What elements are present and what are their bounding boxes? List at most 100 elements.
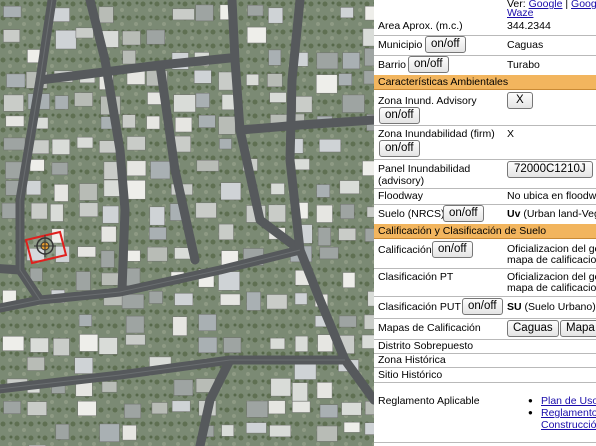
house-roof <box>30 202 48 220</box>
house-roof <box>151 402 168 415</box>
google-link-2[interactable]: Googl <box>571 0 596 10</box>
municipio-toggle-button[interactable]: on/off <box>425 36 466 53</box>
house-roof <box>26 180 42 196</box>
house-roof <box>3 137 26 151</box>
area-row: Area Aprox. (m.c.) 344.2344 <box>374 17 596 36</box>
calificacion-row: Calificación on/off Oficializacion del g… <box>374 240 596 269</box>
house-roof <box>122 50 136 65</box>
house-roof <box>50 203 64 222</box>
house-roof <box>54 95 69 110</box>
house-roof <box>79 334 99 352</box>
house-roof <box>53 338 70 356</box>
panel-inund-value-button[interactable]: 72000C1210J <box>507 161 593 178</box>
zona-inund-advisory-label: Zona Inund. Advisory <box>378 95 477 107</box>
google-maps-link[interactable]: Google <box>529 0 563 10</box>
house-roof <box>246 74 259 86</box>
house-roof <box>174 293 194 306</box>
calificacion-toggle-button[interactable]: on/off <box>432 241 473 258</box>
house-roof <box>51 162 69 176</box>
house-roof <box>29 159 45 172</box>
house-roof <box>126 160 147 177</box>
house-roof <box>173 94 196 113</box>
house-roof <box>246 400 269 418</box>
mapa-button[interactable]: Mapa <box>560 320 596 337</box>
house-roof <box>193 70 212 84</box>
zona-inund-advisory-toggle-button[interactable]: on/off <box>379 107 420 124</box>
reglamento-link-cont[interactable]: Construcció <box>541 419 596 431</box>
house-roof <box>30 337 49 353</box>
house-roof <box>338 315 357 328</box>
floodway-value: No ubica en floodw <box>507 190 596 202</box>
house-roof <box>29 267 43 282</box>
house-roof <box>3 5 22 18</box>
house-roof <box>268 7 284 24</box>
house-roof <box>364 228 374 242</box>
barrio-value: Turabo <box>507 59 540 71</box>
section-header-calificacion: Calificación y Clasificación de Suelo <box>374 224 596 239</box>
house-roof <box>5 115 25 127</box>
house-roof <box>364 422 374 435</box>
house-roof <box>98 337 118 355</box>
house-roof <box>267 73 283 88</box>
reglamento-link[interactable]: Reglamento <box>541 407 596 419</box>
house-roof <box>341 402 362 416</box>
zona-inund-advisory-value-button[interactable]: X <box>507 92 533 109</box>
house-roof <box>292 401 311 413</box>
house-roof <box>292 382 308 402</box>
zona-inund-firm-toggle-button[interactable]: on/off <box>379 140 420 157</box>
satellite-imagery[interactable] <box>0 0 374 446</box>
clasificacion-put-label: Clasificación PUT <box>378 301 461 313</box>
house-roof <box>101 381 118 393</box>
barrio-toggle-button[interactable]: on/off <box>408 56 449 73</box>
house-roof <box>342 94 365 113</box>
house-roof <box>146 29 165 45</box>
clasificacion-put-row: Clasificación PUT on/off SU (Suelo Urban… <box>374 296 596 319</box>
bullet-icon: ● <box>528 408 533 417</box>
house-roof <box>2 336 25 351</box>
distrito-label: Distrito Sobrepuesto <box>378 340 474 352</box>
house-roof <box>127 250 141 262</box>
house-roof <box>99 423 120 442</box>
caguas-map-button[interactable]: Caguas <box>507 320 559 337</box>
clasificacion-put-value: SU (Suelo Urbano) <box>507 301 596 313</box>
house-roof <box>101 226 117 243</box>
aerial-map[interactable] <box>0 0 374 446</box>
suelo-nrcs-toggle-button[interactable]: on/off <box>443 205 484 222</box>
sitio-historico-label: Sitio Histórico <box>378 369 443 381</box>
house-roof <box>102 205 119 224</box>
clasificacion-put-code: SU <box>507 301 522 313</box>
house-roof <box>294 335 309 352</box>
distrito-row: Distrito Sobrepuesto <box>374 339 596 354</box>
house-roof <box>218 223 234 240</box>
house-roof <box>268 400 286 415</box>
house-roof <box>172 8 195 21</box>
house-roof <box>3 94 24 112</box>
house-roof <box>343 421 361 433</box>
house-roof <box>75 271 91 291</box>
house-roof <box>171 400 191 412</box>
house-roof <box>74 357 94 374</box>
reglamento-row: Reglamento Aplicable ● Plan de Uso ● Reg… <box>374 382 596 443</box>
floodway-label: Floodway <box>378 190 423 202</box>
house-roof <box>100 250 115 268</box>
house-roof <box>198 115 216 128</box>
bullet-icon: ● <box>528 396 533 405</box>
mapas-calificacion-label: Mapas de Calificación <box>378 322 481 334</box>
house-roof <box>317 334 333 352</box>
house-roof <box>148 291 163 304</box>
house-roof <box>246 422 267 434</box>
barrio-label: Barrio <box>378 59 407 71</box>
clasificacion-put-toggle-button[interactable]: on/off <box>462 298 503 315</box>
suelo-nrcs-label: Suelo (NRCS) <box>378 208 445 220</box>
plan-de-uso-link[interactable]: Plan de Uso <box>541 395 596 407</box>
house-roof <box>150 161 171 180</box>
house-roof <box>198 337 218 354</box>
house-roof <box>293 158 310 171</box>
suelo-nrcs-code: Uv <box>507 208 521 220</box>
house-roof <box>195 4 214 22</box>
house-roof <box>340 7 354 19</box>
house-roof <box>196 159 219 172</box>
house-roof <box>1 202 17 219</box>
house-roof <box>295 96 313 113</box>
house-roof <box>55 30 77 50</box>
